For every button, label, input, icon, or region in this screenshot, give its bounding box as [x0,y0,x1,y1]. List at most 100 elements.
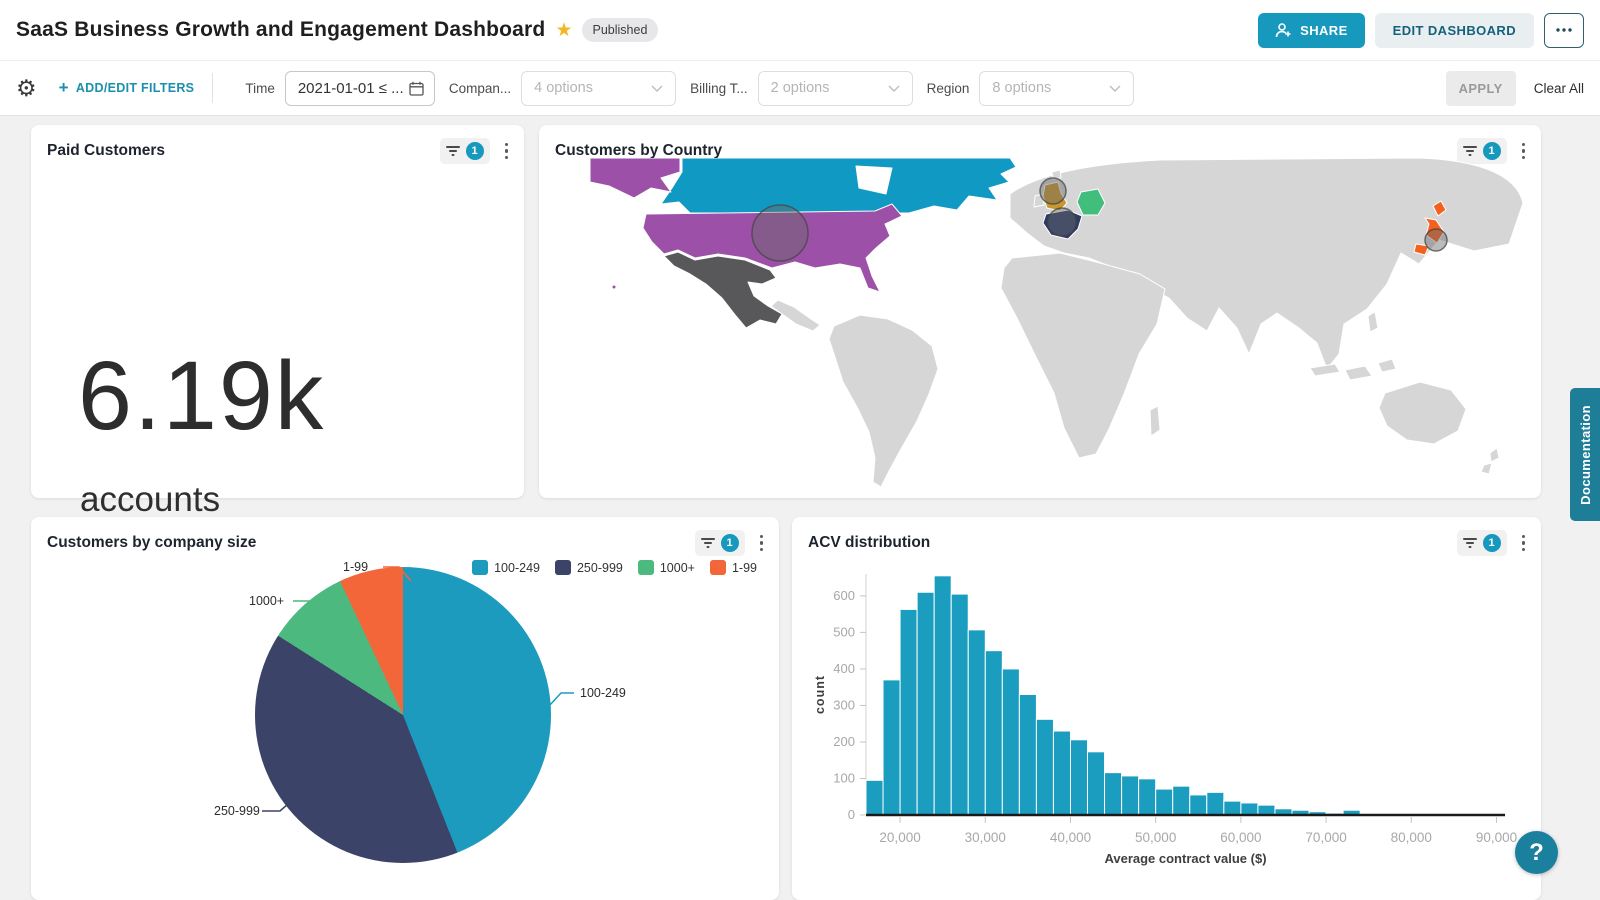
svg-text:50,000: 50,000 [1135,830,1176,845]
card-title: Customers by company size [47,534,256,552]
svg-text:80,000: 80,000 [1391,830,1432,845]
apply-button[interactable]: APPLY [1446,71,1516,106]
page-title: SaaS Business Growth and Engagement Dash… [16,18,545,42]
plus-icon: + [59,78,69,98]
legend-swatch [710,560,726,575]
widget-menu-kebab[interactable] [1520,533,1528,554]
pie-chart[interactable] [255,567,551,863]
company-filter-select[interactable]: 4 options [521,71,676,106]
svg-text:400: 400 [833,661,855,676]
billing-filter-label: Billing T... [690,81,748,96]
acv-histogram[interactable]: 0 100 200 300 400 500 600 20,000 30,000 40,000 50,… [800,559,1533,894]
settings-gear-icon[interactable]: ⚙ [16,77,37,100]
share-label: SHARE [1300,23,1348,38]
svg-text:90,000: 90,000 [1476,830,1517,845]
bubble-france [1048,208,1076,236]
legend-swatch [638,560,654,575]
svg-text:20,000: 20,000 [879,830,920,845]
filter-count-badge: 1 [466,142,484,160]
svg-text:Average contract value ($): Average contract value ($) [1104,851,1266,866]
pie-callout-label: 1000+ [249,594,284,608]
indicator-unit: accounts [80,480,220,520]
widget-filter-chip[interactable]: 1 [1457,530,1507,556]
world-map[interactable] [539,158,1541,498]
svg-text:70,000: 70,000 [1305,830,1346,845]
help-button[interactable]: ? [1515,831,1558,874]
country-australia [1379,382,1466,444]
landmass-south-america [829,315,938,487]
island-philippines [1368,312,1378,332]
filter-funnel-icon [1463,145,1477,157]
island-madagascar [1150,406,1160,436]
time-filter-label: Time [245,81,275,96]
edit-dashboard-button[interactable]: EDIT DASHBOARD [1375,13,1534,48]
acv-distribution-card: ACV distribution 1 0 100 200 300 400 500 600 20… [792,517,1541,900]
more-options-button[interactable] [1544,13,1584,48]
region-filter-select[interactable]: 8 options [979,71,1134,106]
share-button[interactable]: SHARE [1258,13,1365,48]
svg-text:100: 100 [833,770,855,785]
filter-count-badge: 1 [721,534,739,552]
filter-funnel-icon [1463,537,1477,549]
company-filter-label: Compan... [449,81,511,96]
widget-filter-chip[interactable]: 1 [440,138,490,164]
pie-callout-label: 100-249 [580,686,626,700]
filter-count-badge: 1 [1483,534,1501,552]
pie-callout-label: 250-999 [214,804,260,818]
legend-label: 1-99 [732,561,757,575]
status-badge: Published [582,18,659,42]
legend-label: 1000+ [660,561,695,575]
widget-filter-chip[interactable]: 1 [695,530,745,556]
country-alaska[interactable] [590,158,680,198]
bubble-japan [1425,229,1447,251]
region-filter-label: Region [927,81,970,96]
bubble-uk [1040,178,1066,204]
time-filter-input[interactable]: 2021-01-01 ≤ ... [285,71,435,106]
svg-text:500: 500 [833,624,855,639]
legend-label: 100-249 [494,561,540,575]
svg-text:60,000: 60,000 [1220,830,1261,845]
calendar-icon [409,81,424,96]
filter-bar: ⚙ + ADD/EDIT FILTERS Time 2021-01-01 ≤ .… [0,61,1600,116]
card-title: ACV distribution [808,534,930,552]
pie-callout-label: 1-99 [343,560,368,574]
favorite-star-icon[interactable]: ★ [555,19,572,42]
indicator-value: 6.19k [78,340,325,452]
svg-text:300: 300 [833,697,855,712]
question-mark-icon: ? [1529,839,1544,867]
ellipsis-icon [1555,27,1573,33]
documentation-tab[interactable]: Documentation [1570,388,1600,521]
legend-label: 250-999 [577,561,623,575]
clear-all-button[interactable]: Clear All [1534,81,1584,96]
customers-by-company-size-card: Customers by company size 1 100-249 250-… [31,517,779,900]
chevron-down-icon [651,85,663,92]
svg-text:30,000: 30,000 [965,830,1006,845]
billing-filter-select[interactable]: 2 options [758,71,913,106]
chevron-down-icon [888,85,900,92]
paid-customers-card: Paid Customers 1 6.19k accounts [31,125,524,498]
svg-text:200: 200 [833,734,855,749]
svg-text:600: 600 [833,588,855,603]
filter-funnel-icon [446,145,460,157]
share-person-icon [1275,23,1292,38]
country-canada[interactable] [661,158,1016,213]
svg-text:0: 0 [848,807,855,822]
chevron-down-icon [1109,85,1121,92]
pie-legend: 100-249 250-999 1000+ 1-99 [472,560,757,575]
legend-swatch [555,560,571,575]
legend-swatch [472,560,488,575]
islands-indonesia [1310,359,1396,380]
dashboard-header: SaaS Business Growth and Engagement Dash… [0,0,1600,61]
card-title: Paid Customers [47,142,165,160]
bubble-usa [752,205,808,261]
filter-funnel-icon [701,537,715,549]
landmass-africa [1001,253,1165,458]
widget-menu-kebab[interactable] [758,533,766,554]
add-edit-filters-button[interactable]: + ADD/EDIT FILTERS [59,78,195,98]
divider [212,73,213,103]
svg-text:count: count [813,675,827,714]
svg-text:40,000: 40,000 [1050,830,1091,845]
widget-menu-kebab[interactable] [503,141,511,162]
island-hawaii [612,285,616,289]
customers-by-country-card: Customers by Country 1 [539,125,1541,498]
